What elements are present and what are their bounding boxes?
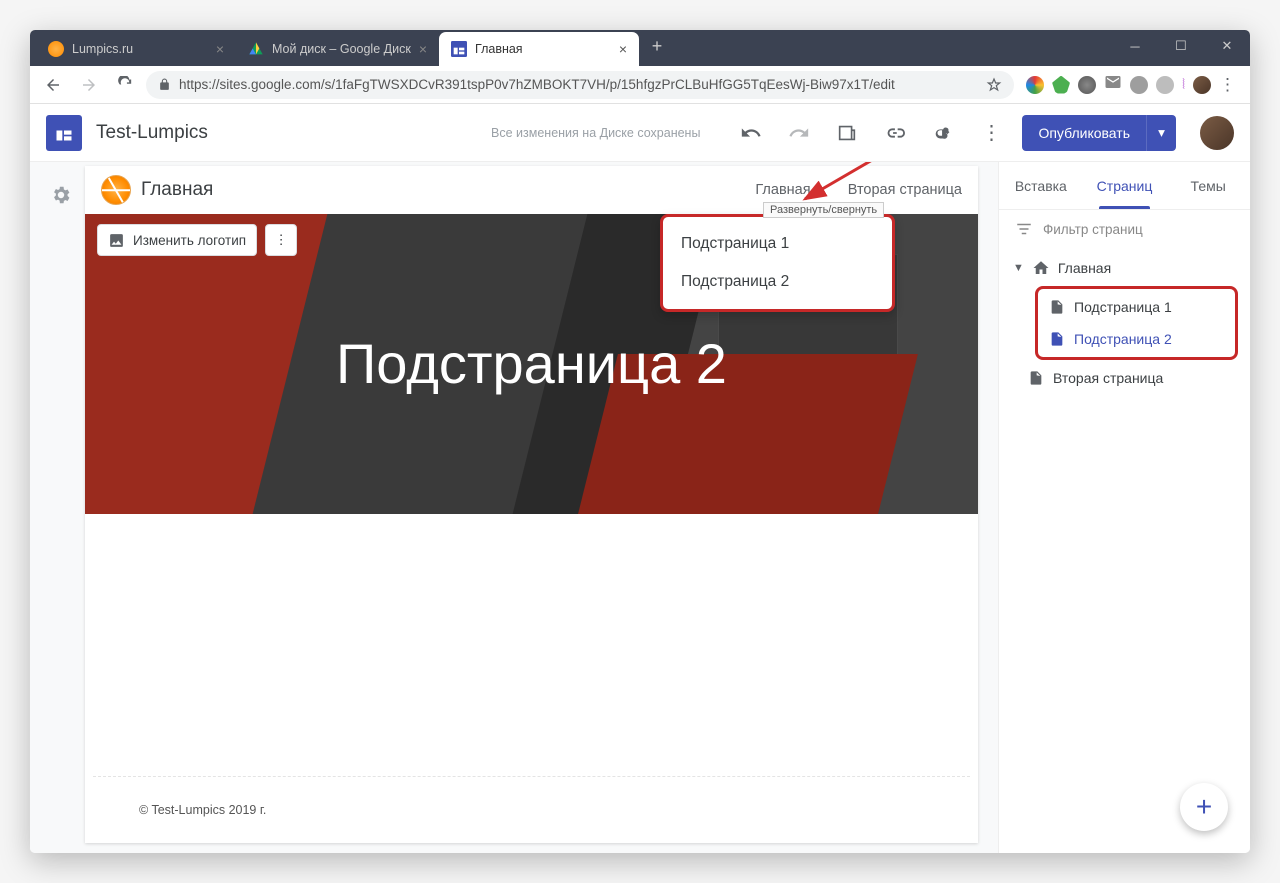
extension-icon[interactable]	[1130, 76, 1148, 94]
account-avatar[interactable]	[1200, 116, 1234, 150]
extension-icon[interactable]	[1026, 76, 1044, 94]
tree-item-second[interactable]: Вторая страница	[1019, 362, 1244, 394]
nav-item-second[interactable]: Вторая страница	[848, 182, 962, 198]
canvas-area: Главная Главная ⌄ Вторая страница Измени…	[30, 162, 998, 853]
annotation-highlight: Подстраница 1 Подстраница 2	[1035, 286, 1238, 360]
tree-item-subpage[interactable]: Подстраница 1	[1040, 291, 1233, 323]
tab-strip: Lumpics.ru × Мой диск – Google Диск × Гл…	[36, 32, 675, 66]
page-logo-icon[interactable]	[101, 175, 131, 205]
preview-button[interactable]	[830, 116, 864, 150]
tree-item-home[interactable]: ▼ Главная	[1005, 252, 1244, 284]
profile-avatar-icon[interactable]	[1193, 76, 1211, 94]
hero-title[interactable]: Подстраница 2	[336, 333, 727, 396]
page-tree: ▼ Главная Подстраница 1 Подстраница 2	[999, 248, 1250, 398]
redo-button[interactable]	[782, 116, 816, 150]
site-canvas: Главная Главная ⌄ Вторая страница Измени…	[85, 166, 978, 843]
browser-tab[interactable]: Lumpics.ru ×	[36, 32, 236, 66]
close-tab-icon[interactable]: ×	[419, 41, 427, 57]
forward-button[interactable]	[74, 70, 104, 100]
titlebar: Lumpics.ru × Мой диск – Google Диск × Гл…	[30, 30, 1250, 66]
page-icon	[1048, 298, 1066, 316]
menu-icon[interactable]: ⋮	[1219, 75, 1236, 95]
browser-tab[interactable]: Мой диск – Google Диск ×	[236, 32, 439, 66]
add-page-button[interactable]: +	[1180, 783, 1228, 831]
browser-window: Lumpics.ru × Мой диск – Google Диск × Гл…	[30, 30, 1250, 853]
page-nav: Главная ⌄ Вторая страница	[755, 182, 962, 198]
tree-item-subpage-selected[interactable]: Подстраница 2	[1040, 323, 1233, 355]
site-title[interactable]: Test-Lumpics	[96, 122, 208, 144]
content-area[interactable]	[93, 514, 970, 777]
publish-button[interactable]: Опубликовать ▾	[1022, 115, 1176, 151]
extension-icon[interactable]	[1052, 76, 1070, 94]
star-icon[interactable]	[986, 77, 1002, 93]
page-icon	[1048, 330, 1066, 348]
tab-themes[interactable]: Темы	[1166, 162, 1250, 209]
new-tab-button[interactable]: +	[643, 32, 671, 60]
extensions: ⦚ ⋮	[1020, 73, 1242, 96]
maximize-button[interactable]: ☐	[1158, 30, 1204, 62]
right-sidebar: Вставка Страниц Темы Фильтр страниц ▼ Гл…	[998, 162, 1250, 853]
tab-insert[interactable]: Вставка	[999, 162, 1083, 209]
filter-icon	[1015, 220, 1033, 238]
page-icon	[1027, 369, 1045, 387]
tooltip: Развернуть/свернуть	[763, 202, 884, 218]
dropdown-item[interactable]: Подстраница 1	[663, 225, 892, 263]
undo-button[interactable]	[734, 116, 768, 150]
close-tab-icon[interactable]: ×	[216, 41, 224, 57]
publish-label: Опубликовать	[1022, 125, 1146, 141]
favicon-icon	[451, 41, 467, 57]
lock-icon	[158, 78, 171, 91]
app-body: Главная Главная ⌄ Вторая страница Измени…	[30, 162, 1250, 853]
mail-icon[interactable]	[1104, 73, 1122, 96]
change-logo-group: Изменить логотип ⋮	[97, 224, 297, 256]
sites-logo-icon[interactable]	[46, 115, 82, 151]
chevron-down-icon: ⌄	[814, 182, 826, 198]
image-icon	[108, 232, 125, 249]
address-bar: https://sites.google.com/s/1faFgTWSXDCvR…	[30, 66, 1250, 104]
close-window-button[interactable]: ✕	[1204, 30, 1250, 62]
window-controls: ─ ☐ ✕	[1112, 30, 1250, 62]
nav-item-home[interactable]: Главная ⌄	[755, 182, 825, 198]
nav-dropdown: Подстраница 1 Подстраница 2	[660, 214, 895, 312]
more-button[interactable]: ⋮	[974, 116, 1008, 150]
home-icon	[1032, 259, 1050, 277]
extension-icon[interactable]	[1078, 76, 1096, 94]
header-actions: ⋮	[734, 116, 1008, 150]
close-tab-icon[interactable]: ×	[619, 41, 627, 57]
extension-icon[interactable]: ⦚	[1182, 76, 1185, 93]
url-input[interactable]: https://sites.google.com/s/1faFgTWSXDCvR…	[146, 71, 1014, 99]
logo-more-button[interactable]: ⋮	[265, 224, 297, 256]
sidebar-tabs: Вставка Страниц Темы	[999, 162, 1250, 210]
app-header: Test-Lumpics Все изменения на Диске сохр…	[30, 104, 1250, 162]
filter-pages[interactable]: Фильтр страниц	[999, 210, 1250, 248]
chevron-down-icon: ▼	[1013, 262, 1024, 274]
reload-button[interactable]	[110, 70, 140, 100]
url-text: https://sites.google.com/s/1faFgTWSXDCvR…	[179, 77, 895, 92]
minimize-button[interactable]: ─	[1112, 30, 1158, 62]
tab-title: Мой диск – Google Диск	[272, 42, 411, 56]
tab-title: Lumpics.ru	[72, 42, 133, 56]
link-button[interactable]	[878, 116, 912, 150]
favicon-icon	[48, 41, 64, 57]
back-button[interactable]	[38, 70, 68, 100]
tab-title: Главная	[475, 42, 523, 56]
page-title[interactable]: Главная	[141, 179, 213, 201]
footer-text[interactable]: © Test-Lumpics 2019 г.	[85, 777, 978, 843]
favicon-icon	[248, 41, 264, 57]
publish-dropdown-icon[interactable]: ▾	[1146, 115, 1176, 151]
save-state: Все изменения на Диске сохранены	[491, 126, 700, 140]
tab-pages[interactable]: Страниц	[1083, 162, 1167, 209]
settings-button[interactable]	[50, 184, 72, 211]
share-button[interactable]	[926, 116, 960, 150]
change-logo-button[interactable]: Изменить логотип	[97, 224, 257, 256]
dropdown-item[interactable]: Подстраница 2	[663, 263, 892, 301]
extension-icon[interactable]	[1156, 76, 1174, 94]
browser-tab-active[interactable]: Главная ×	[439, 32, 639, 66]
